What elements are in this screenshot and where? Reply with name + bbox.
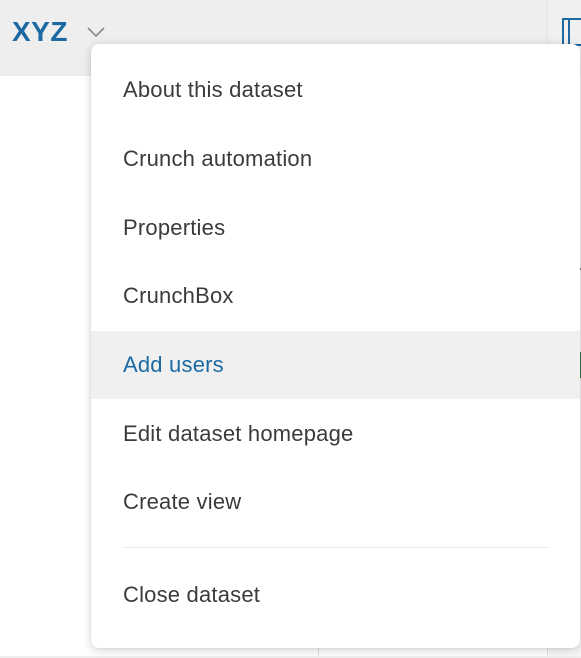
menu-item-crunchbox[interactable]: CrunchBox bbox=[91, 262, 580, 331]
menu-item-crunch-automation[interactable]: Crunch automation bbox=[91, 125, 580, 194]
menu-item-properties[interactable]: Properties bbox=[91, 193, 580, 262]
menu-item-create-view[interactable]: Create view bbox=[91, 468, 580, 537]
menu-item-add-users[interactable]: Add users bbox=[91, 330, 580, 400]
app-page: XYZ About this dataset Crunch automation… bbox=[0, 0, 581, 658]
menu-item-edit-homepage[interactable]: Edit dataset homepage bbox=[91, 399, 580, 468]
menu-item-close-dataset[interactable]: Close dataset bbox=[91, 558, 580, 632]
panel-toggle-icon[interactable] bbox=[562, 18, 581, 46]
dataset-name: XYZ bbox=[12, 16, 68, 47]
dataset-menu: About this dataset Crunch automation Pro… bbox=[91, 44, 580, 648]
menu-separator bbox=[123, 546, 549, 548]
menu-item-about-dataset[interactable]: About this dataset bbox=[91, 56, 580, 125]
chevron-down-icon bbox=[86, 22, 106, 42]
